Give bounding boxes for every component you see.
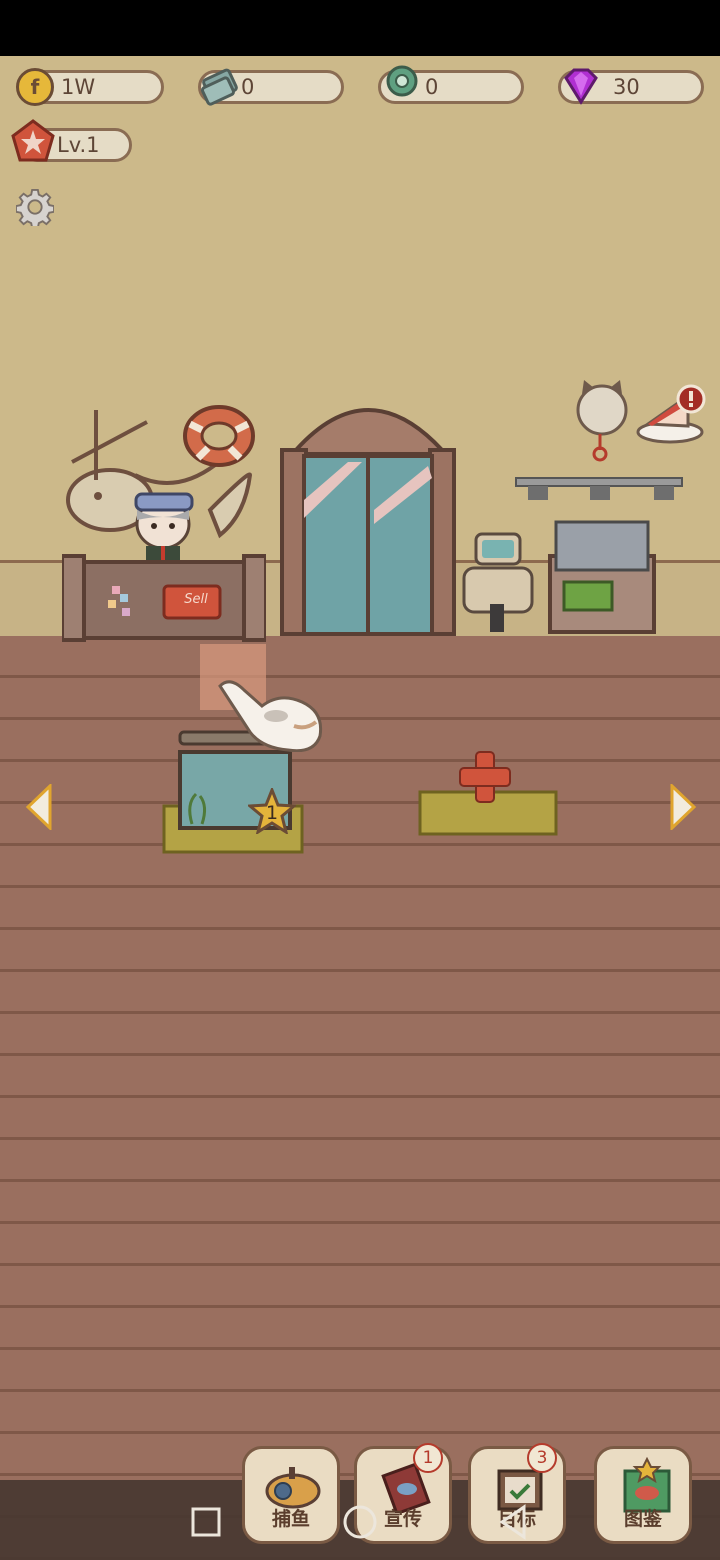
level-value: Lv.1 (57, 133, 100, 157)
wood-floor (0, 636, 720, 1560)
promote-badge: 1 (413, 1443, 443, 1473)
bait-shelf[interactable] (546, 516, 658, 638)
sell-counter[interactable] (62, 552, 266, 644)
sell-sign: Sell (184, 592, 208, 607)
wall-clock (576, 380, 628, 462)
gem-counter[interactable]: 30 (558, 68, 704, 105)
coin-value: 1W (61, 75, 96, 99)
fish-can-counter[interactable]: 0 (198, 68, 344, 106)
add-tank-slot-2[interactable] (418, 750, 560, 838)
life-ring-decoration (183, 405, 255, 467)
entrance-door[interactable] (278, 400, 458, 636)
fish-can-value: 0 (241, 75, 255, 99)
fishing-button[interactable]: 捕鱼 (242, 1446, 340, 1544)
gem-value: 30 (613, 75, 640, 99)
recent-apps-icon[interactable] (190, 1506, 222, 1538)
back-icon[interactable] (496, 1504, 530, 1540)
alert-icon (676, 384, 706, 414)
pearl-icon (386, 65, 418, 97)
coin-icon: f (16, 68, 54, 106)
encyclopedia-label: 图鉴 (623, 1508, 662, 1530)
submarine-icon (265, 1467, 321, 1509)
pearl-value: 0 (425, 75, 439, 99)
gear-icon[interactable] (16, 188, 54, 226)
right-arrow-icon[interactable] (668, 784, 698, 830)
fishing-label: 捕鱼 (271, 1508, 310, 1530)
coin-counter[interactable]: 1W f (16, 68, 164, 106)
goals-badge: 3 (527, 1443, 557, 1473)
system-status-bar (0, 0, 720, 56)
level-indicator[interactable]: Lv.1 (11, 119, 132, 162)
gem-icon (564, 68, 598, 105)
pointing-hand-icon (218, 680, 323, 752)
tank-level-value: 1 (265, 802, 279, 824)
pearl-counter[interactable]: 0 (378, 65, 524, 104)
home-icon[interactable] (342, 1504, 378, 1540)
robot-decoration (462, 532, 534, 632)
left-arrow-icon[interactable] (24, 784, 54, 830)
fish-can-icon (200, 68, 238, 106)
level-star-icon (11, 119, 55, 162)
encyclopedia-button[interactable]: 图鉴 (594, 1446, 692, 1544)
ceiling-light (515, 477, 683, 500)
